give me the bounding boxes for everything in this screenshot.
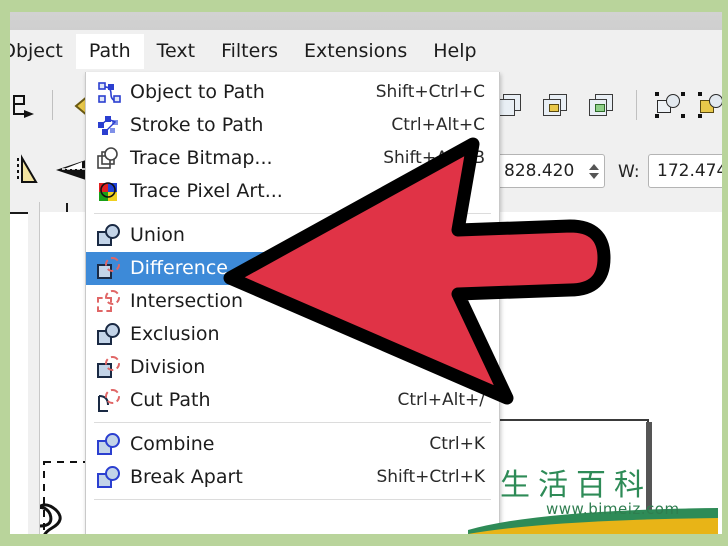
menu-item-accel: Ctrl+Alt+C — [391, 115, 485, 135]
menu-extensions-label: Extensions — [304, 39, 408, 62]
screenshot-frame: Object Path Text Filters Extensions Help — [0, 0, 728, 546]
width-value: 172.474 — [657, 161, 722, 181]
menu-item-label: Stroke to Path — [130, 114, 264, 136]
menu-item-label: Exclusion — [130, 323, 220, 345]
menu-item-accel: Shift+Ctrl+C — [375, 82, 485, 102]
inkscape-window: Object Path Text Filters Extensions Help — [10, 12, 722, 534]
menu-item-label: Cut Path — [130, 389, 211, 411]
y-coordinate-value: 828.420 — [504, 161, 575, 181]
menu-item-accel: Shift+Alt+B — [383, 148, 485, 168]
trace-pixel-art-icon — [96, 179, 122, 205]
menu-item-cut-path[interactable]: Cut Path Ctrl+Alt+/ — [86, 384, 499, 417]
menu-item-label: Combine — [130, 433, 215, 455]
menu-filters-label: Filters — [221, 39, 279, 62]
window-chrome-strip — [10, 12, 722, 30]
menu-item-object-to-path[interactable]: Object to Path Shift+Ctrl+C — [86, 76, 499, 109]
menu-item-accel: Ctrl+/ — [434, 357, 485, 377]
division-icon — [96, 355, 122, 381]
toolbar-separator-1 — [52, 90, 53, 120]
menu-item-label: Trace Bitmap... — [130, 147, 273, 169]
menu-object[interactable]: Object — [10, 34, 76, 69]
raise-to-top-icon[interactable] — [497, 94, 523, 118]
menu-help[interactable]: Help — [420, 34, 489, 69]
menu-item-break-apart[interactable]: Break Apart Shift+Ctrl+K — [86, 461, 499, 494]
menu-extensions[interactable]: Extensions — [291, 34, 420, 69]
menu-item-trace-pixel-art[interactable]: Trace Pixel Art... — [86, 175, 499, 208]
menu-path[interactable]: Path — [75, 33, 144, 69]
object-to-path-icon — [96, 80, 122, 106]
union-icon — [96, 223, 122, 249]
menu-item-label: Union — [130, 224, 185, 246]
node-tool-icon[interactable] — [10, 90, 38, 124]
menu-item-accel: Ctrl+K — [429, 434, 485, 454]
trace-bitmap-icon — [96, 146, 122, 172]
menu-item-union[interactable]: Union — [86, 219, 499, 252]
menu-item-accel: Shift+Ctrl+K — [376, 467, 485, 487]
menu-path-label: Path — [88, 39, 131, 62]
difference-icon — [96, 256, 122, 282]
path-dropdown-menu[interactable]: Object to Path Shift+Ctrl+C Stroke to Pa… — [85, 72, 500, 534]
menu-object-label: Object — [10, 39, 63, 62]
menu-separator-3 — [94, 499, 491, 500]
combine-icon — [96, 432, 122, 458]
menu-item-difference[interactable]: Difference — [86, 252, 499, 285]
unlock-layer-icon[interactable] — [589, 94, 615, 118]
menu-item-intersection[interactable]: Intersection — [86, 285, 499, 318]
menu-item-exclusion[interactable]: Exclusion — [86, 318, 499, 351]
width-field[interactable]: 172.474 — [648, 154, 722, 188]
menu-bar: Object Path Text Filters Extensions Help — [10, 30, 722, 72]
menu-item-label: Trace Pixel Art... — [130, 180, 283, 202]
exclusion-icon — [96, 322, 122, 348]
menu-item-label: Break Apart — [130, 466, 243, 488]
measure-tool-icon[interactable] — [14, 154, 44, 190]
menu-item-label: Object to Path — [130, 81, 265, 103]
width-label: W: — [618, 162, 640, 182]
menu-filters[interactable]: Filters — [208, 34, 291, 69]
menu-item-label: Difference — [130, 257, 228, 279]
menu-help-label: Help — [433, 39, 477, 62]
menu-item-stroke-to-path[interactable]: Stroke to Path Ctrl+Alt+C — [86, 109, 499, 142]
menu-separator-2 — [94, 422, 491, 423]
object-lock-selection-icon[interactable] — [698, 92, 722, 118]
menu-item-accel: Ctrl+Alt+/ — [397, 390, 485, 410]
gradient-tool-icon[interactable] — [52, 156, 88, 188]
menu-item-division[interactable]: Division Ctrl+/ — [86, 351, 499, 384]
cut-path-icon — [96, 388, 122, 414]
menu-item-trace-bitmap[interactable]: Trace Bitmap... Shift+Alt+B — [86, 142, 499, 175]
menu-separator-1 — [94, 213, 491, 214]
break-apart-icon — [96, 465, 122, 491]
menu-text-label: Text — [156, 39, 196, 62]
object-to-selection-icon[interactable] — [655, 92, 685, 118]
toolbar-separator-2 — [636, 90, 637, 120]
y-coordinate-field[interactable]: 828.420 — [495, 154, 605, 188]
menu-text[interactable]: Text — [144, 34, 208, 69]
menu-item-label: Division — [130, 356, 206, 378]
intersection-icon — [96, 289, 122, 315]
menu-item-combine[interactable]: Combine Ctrl+K — [86, 428, 499, 461]
menu-item-label: Intersection — [130, 290, 244, 312]
stroke-to-path-icon — [96, 113, 122, 139]
y-coordinate-stepper[interactable] — [586, 163, 604, 179]
lock-layer-icon[interactable] — [543, 94, 569, 118]
vertical-ruler[interactable] — [28, 202, 40, 534]
